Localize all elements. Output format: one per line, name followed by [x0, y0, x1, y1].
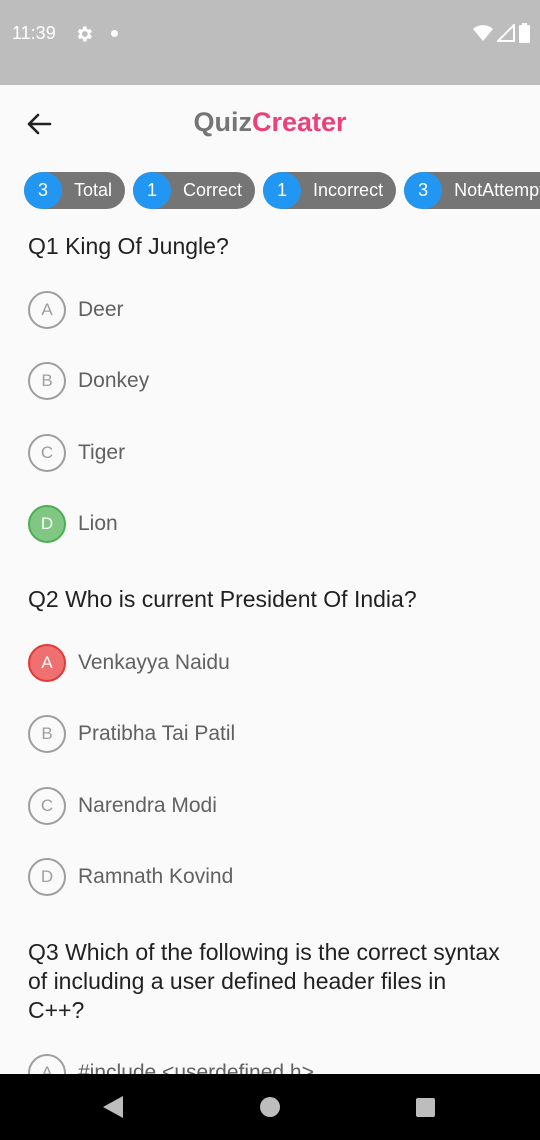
wifi-icon — [473, 25, 493, 41]
option-text: Pratibha Tai Patil — [78, 722, 236, 745]
option-q2-d[interactable]: D Ramnath Kovind — [28, 858, 233, 896]
option-letter-circle: A — [28, 1054, 66, 1074]
option-letter-circle-correct: D — [28, 505, 66, 543]
app-bar: QuizCreater — [0, 85, 540, 163]
gear-icon — [77, 26, 92, 42]
chip-label: NotAttempted — [454, 180, 540, 200]
option-letter-circle: B — [28, 715, 66, 753]
option-q3-a[interactable]: A #include <userdefined.h> — [28, 1054, 314, 1074]
signal-icon — [497, 24, 515, 42]
option-letter-circle: D — [28, 858, 66, 896]
question-list: Q1 King Of Jungle? A Deer B Donkey C Tig… — [0, 209, 540, 1074]
chip-label: Incorrect — [313, 180, 384, 200]
stats-chips: 3 Total 1 Correct 1 Incorrect 3 NotAttem… — [24, 172, 540, 209]
chip-incorrect: 1 Incorrect — [263, 172, 397, 209]
chip-count: 1 — [263, 172, 302, 209]
question-3-text: Q3 Which of the following is the correct… — [28, 939, 500, 1023]
option-text: Donkey — [78, 369, 150, 392]
chip-not-attempted: 3 NotAttempted — [404, 172, 540, 209]
back-triangle-icon[interactable] — [103, 1096, 123, 1118]
option-text: Narendra Modi — [78, 794, 217, 817]
page-title-part1: Quiz — [193, 107, 252, 137]
option-text: Ramnath Kovind — [78, 865, 234, 888]
option-text: Lion — [78, 512, 118, 535]
option-letter-circle-incorrect: A — [28, 644, 66, 682]
option-q1-b[interactable]: B Donkey — [28, 362, 149, 400]
system-nav-bar — [0, 1074, 540, 1140]
option-letter-circle: A — [28, 291, 66, 329]
status-time: 11:39 — [12, 23, 56, 43]
chip-label: Total — [74, 180, 113, 200]
page-title-part2: Creater — [251, 107, 347, 137]
option-text: Tiger — [78, 441, 126, 464]
status-bar: 11:39 — [0, 0, 540, 85]
option-q2-c[interactable]: C Narendra Modi — [28, 787, 217, 825]
home-circle-icon[interactable] — [260, 1097, 280, 1117]
battery-icon — [519, 23, 530, 43]
chip-total: 3 Total — [24, 172, 126, 209]
notification-dot-icon — [111, 30, 118, 37]
chip-count: 1 — [133, 172, 172, 209]
option-text: Deer — [78, 298, 124, 321]
option-letter-circle: B — [28, 362, 66, 400]
option-text: Venkayya Naidu — [78, 651, 230, 674]
question-2-text: Q2 Who is current President Of India? — [28, 586, 417, 612]
page-title: QuizCreater — [0, 107, 540, 138]
option-letter-circle: C — [28, 434, 66, 472]
chip-correct: 1 Correct — [133, 172, 256, 209]
question-1-text: Q1 King Of Jungle? — [28, 233, 229, 259]
option-q2-a[interactable]: A Venkayya Naidu — [28, 644, 230, 682]
option-letter-circle: C — [28, 787, 66, 825]
option-q2-b[interactable]: B Pratibha Tai Patil — [28, 715, 235, 753]
chip-label: Correct — [183, 180, 243, 200]
chip-count: 3 — [24, 172, 62, 209]
option-q1-a[interactable]: A Deer — [28, 291, 124, 329]
status-icons — [473, 23, 530, 43]
recents-square-icon[interactable] — [416, 1098, 435, 1117]
option-q1-c[interactable]: C Tiger — [28, 434, 125, 472]
option-q1-d[interactable]: D Lion — [28, 505, 118, 543]
option-text: #include <userdefined.h> — [78, 1061, 314, 1074]
chip-count: 3 — [404, 172, 443, 209]
